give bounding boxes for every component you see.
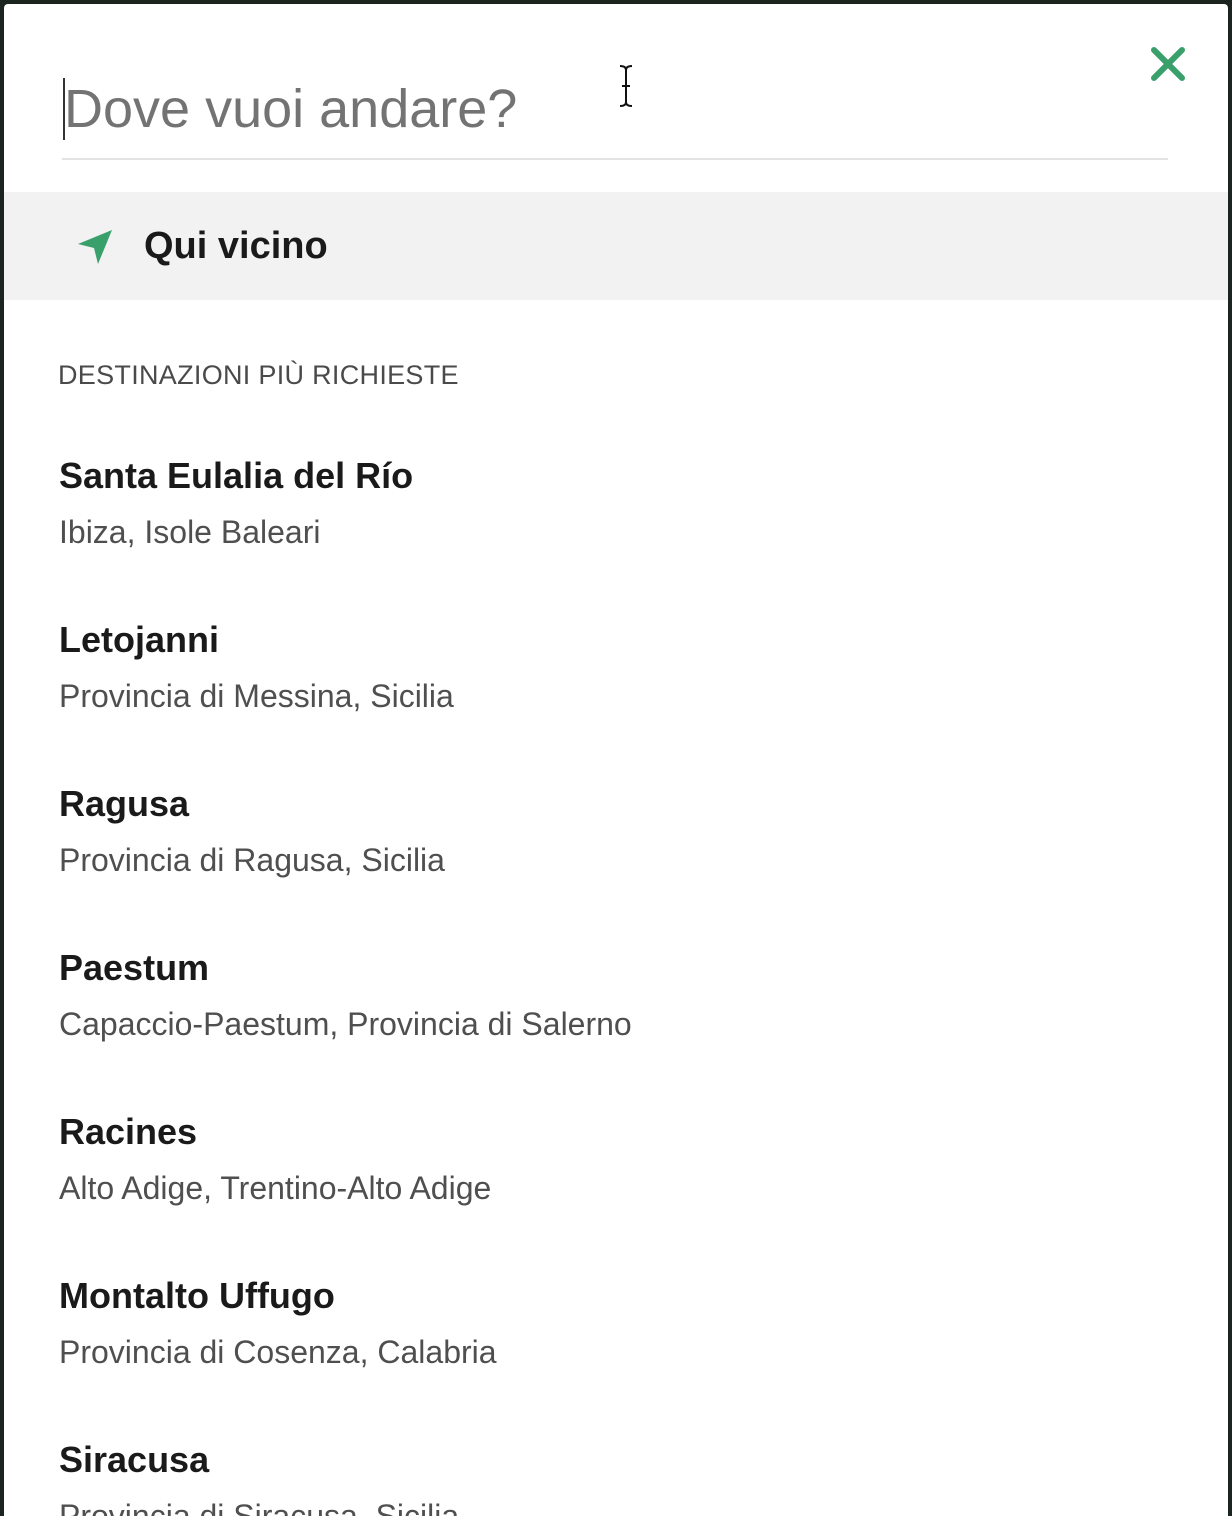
destination-item[interactable]: Ragusa Provincia di Ragusa, Sicilia [4,764,1228,928]
destination-name: Santa Eulalia del Río [59,455,414,496]
popular-destinations-list: Santa Eulalia del Río Ibiza, Isole Balea… [4,436,1228,1516]
search-header [4,4,1228,192]
destination-item[interactable]: Paestum Capaccio-Paestum, Provincia di S… [4,928,1228,1092]
destination-region: Capaccio-Paestum, Provincia di Salerno [59,1006,632,1042]
destination-item[interactable]: Racines Alto Adige, Trentino-Alto Adige [4,1092,1228,1256]
popular-destinations-heading: DESTINAZIONI PIÙ RICHIESTE [58,360,459,390]
destination-name: Montalto Uffugo [59,1275,335,1316]
destination-name: Letojanni [59,619,219,660]
destination-region: Alto Adige, Trentino-Alto Adige [59,1170,492,1206]
nearby-option[interactable]: Qui vicino [4,192,1228,300]
destination-search-panel: Qui vicino DESTINAZIONI PIÙ RICHIESTE Sa… [4,4,1228,1516]
destination-name: Ragusa [59,783,190,824]
destination-name: Racines [59,1111,198,1152]
destination-region: Provincia di Messina, Sicilia [59,678,454,714]
location-arrow-icon [78,230,112,264]
destination-search-input[interactable] [62,72,1168,160]
close-button[interactable] [1146,42,1190,86]
destination-item[interactable]: Letojanni Provincia di Messina, Sicilia [4,600,1228,764]
destination-item[interactable]: Santa Eulalia del Río Ibiza, Isole Balea… [4,436,1228,600]
close-icon [1151,47,1185,81]
text-cursor-icon [619,65,633,107]
destination-region: Provincia di Ragusa, Sicilia [59,842,445,878]
destination-region: Provincia di Siracusa, Sicilia [59,1498,460,1516]
destination-region: Provincia di Cosenza, Calabria [59,1334,497,1370]
destination-item[interactable]: Siracusa Provincia di Siracusa, Sicilia [4,1420,1228,1516]
destination-region: Ibiza, Isole Baleari [59,514,321,550]
destination-name: Siracusa [59,1439,210,1480]
nearby-label: Qui vicino [144,224,328,267]
destination-item[interactable]: Montalto Uffugo Provincia di Cosenza, Ca… [4,1256,1228,1420]
destination-name: Paestum [59,947,210,988]
text-caret [63,78,65,140]
